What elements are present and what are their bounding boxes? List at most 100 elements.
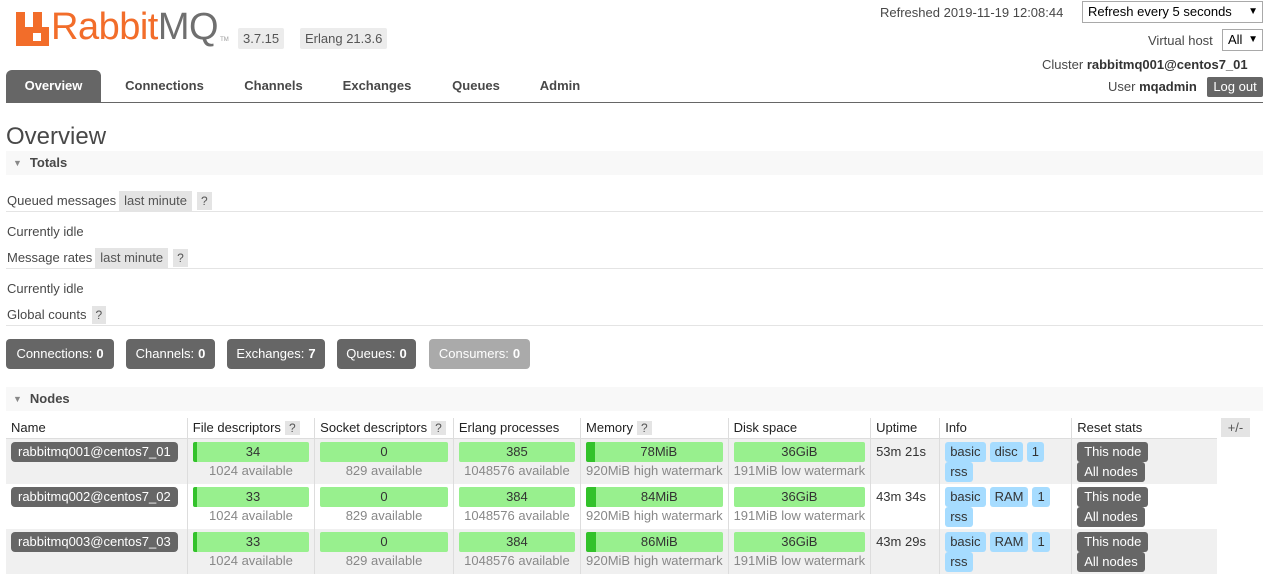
help-icon[interactable]: ? (173, 249, 188, 267)
nodes-table: Name File descriptors? Socket descriptor… (6, 418, 1217, 574)
help-icon[interactable]: ? (197, 192, 212, 210)
info-badge: disc (989, 441, 1023, 462)
node-name-link[interactable]: rabbitmq003@centos7_03 (11, 531, 178, 552)
node-name-link[interactable]: rabbitmq002@centos7_02 (11, 486, 178, 507)
logo-trademark: TM (220, 37, 229, 43)
socket-descriptors-cell: 0 829 available (314, 483, 454, 529)
socket-descriptors-bar: 0 (320, 531, 448, 552)
reset-all-nodes-button[interactable]: All nodes (1077, 461, 1145, 482)
disk-low-watermark: 191MiB low watermark (733, 507, 866, 523)
divider (6, 211, 1263, 212)
refresh-interval-select[interactable]: Refresh every 5 seconds ▼ (1082, 1, 1263, 23)
virtual-host-value: All (1228, 32, 1243, 47)
socket-descriptors-available: 829 available (345, 552, 423, 568)
rabbitmq-version: 3.7.15 (238, 28, 285, 49)
col-header-memory-label: Memory (586, 419, 633, 435)
info-badge: RAM (989, 531, 1029, 552)
queued-messages-range[interactable]: last minute (119, 191, 192, 211)
erlang-processes-available: 1048576 available (464, 552, 570, 568)
col-header-info: Info (939, 418, 1072, 439)
rates-idle-text: Currently idle (7, 281, 84, 296)
consumers-count-label: Consumers: (438, 346, 509, 361)
rabbitmq-logo-icon (16, 12, 49, 46)
file-descriptors-cell: 33 1024 available (186, 483, 315, 529)
socket-descriptors-bar: 0 (320, 486, 448, 507)
file-descriptors-bar: 33 (192, 486, 310, 507)
info-badge: 1 (1032, 531, 1050, 552)
exchanges-count-button[interactable]: Exchanges: 7 (227, 339, 325, 369)
rabbitmq-logo[interactable]: RabbitMQ TM (16, 8, 229, 46)
erlang-version: Erlang 21.3.6 (300, 28, 388, 49)
uptime-cell: 43m 29s (870, 528, 940, 574)
tab-admin[interactable]: Admin (528, 70, 592, 102)
erlang-processes-available: 1048576 available (464, 507, 570, 523)
info-badge: basic (945, 486, 986, 507)
reset-stats-cell: This nodeAll nodes (1071, 528, 1217, 574)
tab-exchanges[interactable]: Exchanges (331, 70, 423, 102)
uptime-cell: 43m 34s (870, 483, 940, 529)
memory-high-watermark: 920MiB high watermark (586, 462, 723, 478)
info-cell: basic disc 1 rss (939, 438, 1072, 484)
queues-count-button[interactable]: Queues: 0 (337, 339, 416, 369)
disk-space-bar: 36GiB (733, 441, 866, 462)
reset-this-node-button[interactable]: This node (1077, 531, 1149, 552)
queued-messages-row: Queued messages last minute ? (7, 191, 212, 211)
totals-title: Totals (29, 155, 68, 170)
uptime-cell: 53m 21s (870, 438, 940, 484)
col-header-erlang-processes: Erlang processes (452, 418, 581, 439)
tab-connections[interactable]: Connections (113, 70, 216, 102)
global-counts-label: Global counts (7, 307, 87, 322)
node-name-cell: rabbitmq001@centos7_01 (6, 438, 188, 484)
tab-overview[interactable]: Overview (6, 70, 101, 102)
col-header-socket-descriptors-label: Socket descriptors (320, 419, 428, 435)
queued-messages-label: Queued messages (7, 193, 117, 208)
nodes-section-toggle[interactable]: ▼ Nodes (6, 387, 1263, 411)
virtual-host-select[interactable]: All ▼ (1222, 29, 1263, 51)
socket-descriptors-available: 829 available (345, 462, 423, 478)
message-rates-row: Message rates last minute ? (7, 248, 188, 268)
socket-descriptors-bar: 0 (320, 441, 448, 462)
socket-descriptors-cell: 0 829 available (314, 438, 454, 484)
connections-count-button[interactable]: Connections: 0 (6, 339, 114, 369)
memory-cell: 78MiB 920MiB high watermark (580, 438, 729, 484)
logo-brand-text: Rabbit (51, 6, 158, 48)
info-badge: basic (945, 441, 986, 462)
channels-count-button[interactable]: Channels: 0 (126, 339, 215, 369)
divider (6, 325, 1263, 326)
consumers-count-value: 0 (512, 346, 521, 361)
erlang-processes-cell: 384 1048576 available (452, 483, 581, 529)
reset-this-node-button[interactable]: This node (1077, 441, 1149, 462)
column-toggle-button[interactable]: +/- (1221, 418, 1250, 437)
help-icon[interactable]: ? (284, 420, 300, 435)
consumers-count-button[interactable]: Consumers: 0 (429, 339, 530, 369)
help-icon[interactable]: ? (91, 306, 107, 324)
reset-all-nodes-button[interactable]: All nodes (1077, 506, 1145, 527)
nodes-title: Nodes (29, 391, 70, 406)
totals-section-toggle[interactable]: ▼ Totals (6, 151, 1263, 175)
help-icon[interactable]: ? (636, 420, 652, 435)
info-badge: basic (945, 531, 986, 552)
help-icon[interactable]: ? (431, 420, 446, 435)
divider (6, 268, 1263, 269)
node-name-link[interactable]: rabbitmq001@centos7_01 (11, 441, 178, 462)
socket-descriptors-available: 829 available (345, 507, 423, 523)
message-rates-range[interactable]: last minute (95, 248, 169, 268)
page-title: Overview (6, 123, 107, 150)
triangle-down-icon: ▼ (13, 394, 22, 404)
file-descriptors-available: 1024 available (209, 552, 293, 568)
uptime-value: 43m 34s (876, 488, 926, 504)
col-header-file-descriptors: File descriptors? (186, 418, 315, 439)
tab-channels[interactable]: Channels (232, 70, 315, 102)
vhost-label: Virtual host (1148, 33, 1213, 48)
reset-this-node-button[interactable]: This node (1077, 486, 1149, 507)
reset-all-nodes-button[interactable]: All nodes (1077, 551, 1145, 572)
memory-bar: 84MiB (586, 486, 723, 507)
refreshed-timestamp: Refreshed 2019-11-19 12:08:44 (880, 5, 1064, 20)
uptime-value: 53m 21s (876, 443, 926, 459)
file-descriptors-cell: 34 1024 available (186, 438, 315, 484)
tab-queues[interactable]: Queues (440, 70, 512, 102)
channels-count-label: Channels: (135, 346, 195, 361)
queued-idle-text: Currently idle (7, 224, 84, 239)
info-badge: rss (945, 506, 973, 527)
queues-count-value: 0 (399, 346, 407, 361)
